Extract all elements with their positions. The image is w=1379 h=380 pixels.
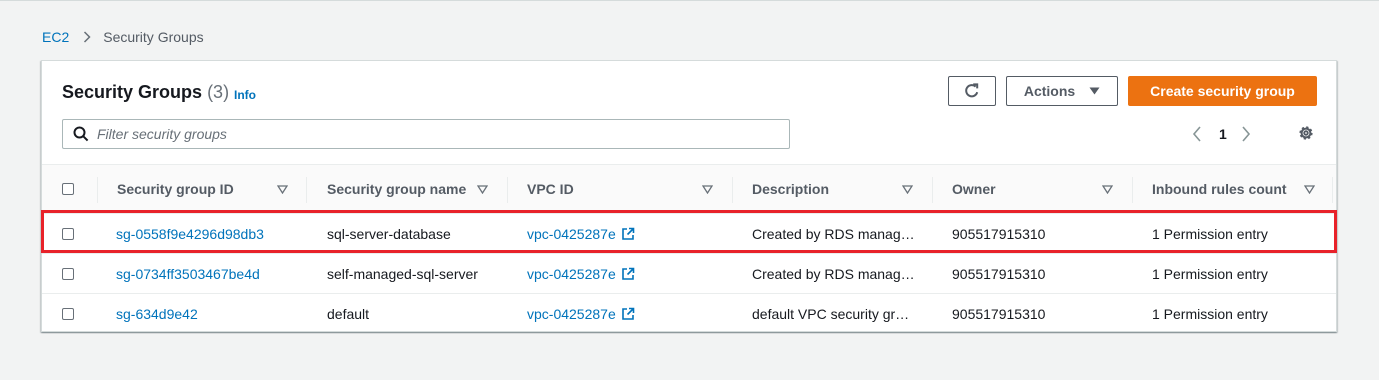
owner: 905517915310 bbox=[952, 306, 1046, 322]
row-checkbox[interactable] bbox=[62, 268, 74, 280]
breadcrumb-current: Security Groups bbox=[103, 29, 204, 45]
column-divider bbox=[1132, 177, 1133, 203]
row-select-cell bbox=[62, 254, 74, 294]
breadcrumb-ec2-link[interactable]: EC2 bbox=[42, 29, 69, 45]
header-select-cell bbox=[62, 165, 74, 213]
info-link[interactable]: Info bbox=[234, 88, 256, 102]
column-divider bbox=[1332, 177, 1333, 203]
sort-icon[interactable] bbox=[1102, 184, 1113, 194]
row-select-cell bbox=[62, 294, 74, 334]
column-header-owner[interactable]: Owner bbox=[952, 165, 1132, 213]
inbound-rules-count: 1 Permission entry bbox=[1152, 306, 1268, 322]
page-title: Security Groups (3) bbox=[62, 81, 229, 103]
table-row[interactable]: sg-634d9e42 default vpc-0425287e default… bbox=[42, 294, 1336, 334]
chevron-right-icon bbox=[83, 31, 91, 43]
chevron-right-icon[interactable] bbox=[1241, 126, 1251, 142]
row-highlight-box bbox=[41, 210, 1337, 253]
column-header-label: Security group ID bbox=[117, 181, 234, 197]
row-checkbox[interactable] bbox=[62, 308, 74, 320]
title-count: (3) bbox=[207, 82, 230, 102]
vpc-id-text: vpc-0425287e bbox=[527, 306, 616, 322]
column-header-label: Owner bbox=[952, 181, 996, 197]
filter-security-groups-input[interactable] bbox=[97, 126, 777, 142]
security-group-id-link[interactable]: sg-0734ff3503467be4d bbox=[116, 254, 260, 294]
description: Created by RDS manag… bbox=[752, 266, 915, 282]
column-header-label: Inbound rules count bbox=[1152, 181, 1287, 197]
search-icon bbox=[73, 126, 89, 142]
sort-icon[interactable] bbox=[1304, 184, 1315, 194]
sort-icon[interactable] bbox=[702, 184, 713, 194]
sort-icon[interactable] bbox=[902, 184, 913, 194]
column-header-name[interactable]: Security group name bbox=[327, 165, 497, 213]
external-link-icon bbox=[621, 307, 635, 321]
description: default VPC security gr… bbox=[752, 306, 910, 322]
actions-label: Actions bbox=[1023, 83, 1076, 99]
top-border bbox=[0, 0, 1379, 1]
column-divider bbox=[306, 177, 307, 203]
filter-search-box bbox=[62, 119, 790, 149]
column-header-label: Description bbox=[752, 181, 830, 197]
owner: 905517915310 bbox=[952, 266, 1046, 282]
vpc-id-link[interactable]: vpc-0425287e bbox=[527, 294, 635, 334]
select-all-checkbox[interactable] bbox=[62, 183, 74, 195]
breadcrumb: EC2 Security Groups bbox=[42, 28, 204, 46]
column-header-inbound[interactable]: Inbound rules count bbox=[1152, 165, 1332, 213]
pagination: 1 bbox=[1192, 123, 1251, 145]
vpc-id-link[interactable]: vpc-0425287e bbox=[527, 254, 635, 294]
refresh-icon bbox=[963, 82, 981, 100]
vpc-id-text: vpc-0425287e bbox=[527, 266, 616, 282]
column-header-vpc[interactable]: VPC ID bbox=[527, 165, 717, 213]
column-header-label: Security group name bbox=[327, 181, 467, 197]
sort-icon[interactable] bbox=[477, 184, 488, 194]
current-page-number[interactable]: 1 bbox=[1219, 126, 1227, 142]
create-security-group-button[interactable]: Create security group bbox=[1128, 76, 1317, 106]
title-text: Security Groups bbox=[62, 82, 203, 102]
external-link-icon bbox=[621, 267, 635, 281]
chevron-left-icon[interactable] bbox=[1192, 126, 1202, 142]
caret-down-icon bbox=[1089, 87, 1100, 95]
security-groups-panel: Security Groups (3) Info Actions Create … bbox=[41, 60, 1337, 332]
sort-icon[interactable] bbox=[277, 184, 288, 194]
column-header-label: VPC ID bbox=[527, 181, 574, 197]
settings-icon[interactable] bbox=[1297, 124, 1315, 142]
column-divider bbox=[732, 177, 733, 203]
security-group-id-link[interactable]: sg-634d9e42 bbox=[116, 294, 198, 334]
inbound-rules-count: 1 Permission entry bbox=[1152, 266, 1268, 282]
actions-button[interactable]: Actions bbox=[1006, 76, 1118, 106]
column-divider bbox=[932, 177, 933, 203]
table-row[interactable]: sg-0734ff3503467be4d self-managed-sql-se… bbox=[42, 254, 1336, 294]
column-divider bbox=[507, 177, 508, 203]
security-group-name: self-managed-sql-server bbox=[327, 266, 478, 282]
column-header-description[interactable]: Description bbox=[752, 165, 932, 213]
refresh-button[interactable] bbox=[948, 76, 996, 106]
table-header: Security group ID Security group name VP… bbox=[42, 164, 1336, 214]
column-header-id[interactable]: Security group ID bbox=[117, 165, 288, 213]
column-divider bbox=[97, 177, 98, 203]
security-group-name: default bbox=[327, 306, 370, 322]
